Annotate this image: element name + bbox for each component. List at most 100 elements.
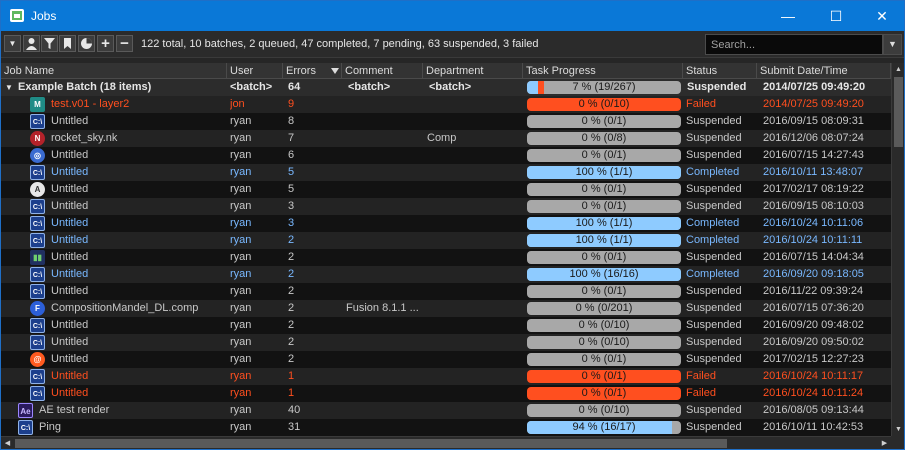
job-row[interactable]: C:\ Untitled ryan 3 0 % (0/1) Suspended 2016/0… [1, 198, 891, 215]
job-status: Suspended [686, 200, 742, 212]
job-user: ryan [230, 251, 252, 263]
job-status: Suspended [686, 319, 742, 331]
batch-comment: <batch> [348, 81, 391, 93]
job-submit-date: 2016/09/20 09:18:05 [763, 268, 864, 280]
horizontal-scroll-thumb[interactable] [15, 439, 727, 448]
vertical-scroll-thumb[interactable] [894, 77, 903, 147]
job-row[interactable]: C:\ Untitled ryan 5 100 % (1/1) Completed 2016… [1, 164, 891, 181]
search-dropdown-button[interactable]: ▼ [883, 34, 902, 55]
job-name: Untitled [51, 268, 89, 280]
job-row[interactable]: @ Untitled ryan 2 0 % (0/1) Suspended 2017/02/… [1, 351, 891, 368]
job-row[interactable]: C:\ Untitled ryan 2 100 % (1/1) Completed 2016… [1, 232, 891, 249]
job-row[interactable]: C:\ Untitled ryan 2 100 % (16/16) Completed 20… [1, 266, 891, 283]
job-name: Untitled [51, 200, 89, 212]
job-comment [346, 147, 422, 164]
column-task-progress[interactable]: Task Progress [523, 63, 683, 79]
batch-errors: 64 [288, 81, 301, 93]
user-filter-button[interactable] [23, 35, 40, 52]
batch-status: Suspended [687, 81, 747, 93]
batch-name: Example Batch (18 items) [18, 81, 152, 93]
column-user[interactable]: User [227, 63, 283, 79]
job-row[interactable]: C:\ Ping ryan 31 94 % (16/17) Suspended 2016/1… [1, 419, 891, 436]
job-comment [346, 96, 422, 113]
job-row[interactable]: Ae AE test render ryan 40 0 % (0/10) Suspende… [1, 402, 891, 419]
remove-button[interactable]: − [116, 35, 133, 52]
job-errors: 2 [288, 251, 295, 263]
search-input[interactable] [705, 34, 883, 55]
scroll-down-arrow[interactable]: ▼ [892, 423, 905, 436]
column-job-name[interactable]: Job Name [1, 63, 227, 79]
menu-dropdown-button[interactable]: ▼ [4, 35, 21, 52]
job-department [427, 402, 519, 419]
scroll-left-arrow[interactable]: ◀ [1, 437, 14, 450]
job-row[interactable]: ▮▮ Untitled ryan 2 0 % (0/1) Suspended 2016/07… [1, 249, 891, 266]
job-errors: 6 [288, 149, 295, 161]
cmd-icon: C:\ [30, 216, 45, 231]
job-user: jon [230, 98, 245, 110]
column-submit-date[interactable]: Submit Date/Time [757, 63, 891, 79]
job-row[interactable]: ◎ Untitled ryan 6 0 % (0/1) Suspended 2016/07/… [1, 147, 891, 164]
jobs-table-body: ▼ Example Batch (18 items) <batch> 64 <b… [1, 79, 891, 436]
bookmark-button[interactable] [59, 35, 76, 52]
task-progress-bar: 0 % (0/1) [527, 370, 681, 383]
job-name: test.v01 - layer2 [51, 98, 130, 110]
job-row[interactable]: C:\ Untitled ryan 2 0 % (0/1) Suspended 2016/1… [1, 283, 891, 300]
job-errors: 1 [288, 370, 295, 382]
minimize-button[interactable]: — [765, 1, 811, 31]
job-comment [346, 181, 422, 198]
job-row[interactable]: C:\ Untitled ryan 2 0 % (0/10) Suspended 2016/… [1, 334, 891, 351]
job-row[interactable]: C:\ Untitled ryan 2 0 % (0/10) Suspended 2016/… [1, 317, 891, 334]
task-progress-text: 94 % (16/17) [572, 421, 636, 433]
pie-chart-button[interactable] [78, 35, 95, 52]
job-row[interactable]: C:\ Untitled ryan 1 0 % (0/1) Failed 2016/10/2… [1, 385, 891, 402]
job-submit-date: 2016/10/24 10:11:17 [763, 370, 864, 382]
task-progress-bar: 0 % (0/1) [527, 251, 681, 264]
job-row[interactable]: C:\ Untitled ryan 8 0 % (0/1) Suspended 2016/0… [1, 113, 891, 130]
filter-button[interactable] [41, 35, 58, 52]
job-name: Untitled [51, 115, 89, 127]
batch-row[interactable]: ▼ Example Batch (18 items) <batch> 64 <b… [1, 79, 891, 96]
job-comment [346, 368, 422, 385]
job-status: Suspended [686, 302, 742, 314]
maximize-button[interactable]: ☐ [813, 1, 859, 31]
batch-progress-text: 7 % (19/267) [572, 81, 636, 93]
title-bar[interactable]: Jobs — ☐ ✕ [1, 1, 904, 31]
vertical-scrollbar[interactable]: ▲ ▼ [891, 63, 904, 436]
close-button[interactable]: ✕ [859, 1, 905, 31]
task-progress-bar: 0 % (0/201) [527, 302, 681, 315]
column-comment[interactable]: Comment [342, 63, 423, 79]
cmd-icon: C:\ [30, 284, 45, 299]
job-row[interactable]: Nrocket_sky.nk ryan 7 Comp 0 % (0/8) Suspende… [1, 130, 891, 147]
job-name: Untitled [51, 336, 89, 348]
job-row[interactable]: F CompositionMandel_DL.comp ryan 2 Fusion 8.… [1, 300, 891, 317]
add-button[interactable]: + [97, 35, 114, 52]
scroll-up-arrow[interactable]: ▲ [892, 63, 905, 76]
scroll-right-arrow[interactable]: ▶ [878, 437, 891, 450]
task-progress-text: 0 % (0/1) [581, 149, 627, 161]
horizontal-scrollbar[interactable]: ◀ ▶ [1, 436, 891, 449]
job-errors: 2 [288, 353, 295, 365]
task-progress-bar: 0 % (0/8) [527, 132, 681, 145]
job-submit-date: 2016/07/15 07:36:20 [763, 302, 864, 314]
expand-arrow-icon[interactable]: ▼ [5, 79, 17, 96]
task-progress-text: 0 % (0/1) [581, 387, 627, 399]
job-row[interactable]: C:\ Untitled ryan 3 100 % (1/1) Completed 2016… [1, 215, 891, 232]
job-submit-date: 2016/10/11 10:42:53 [763, 421, 864, 433]
batch-user: <batch> [230, 81, 273, 93]
job-comment [346, 130, 422, 147]
cmd-icon: C:\ [30, 369, 45, 384]
column-department[interactable]: Department [423, 63, 523, 79]
job-department [427, 249, 519, 266]
job-name: Untitled [51, 353, 89, 365]
job-row[interactable]: C:\ Untitled ryan 1 0 % (0/1) Failed 2016/10/2… [1, 368, 891, 385]
job-status: Completed [686, 234, 740, 246]
job-status: Suspended [686, 251, 742, 263]
job-row[interactable]: Mtest.v01 - layer2 jon 9 0 % (0/10) Failed 20… [1, 96, 891, 113]
task-progress-text: 0 % (0/201) [575, 302, 633, 314]
cmd-icon: C:\ [30, 165, 45, 180]
job-row[interactable]: A Untitled ryan 5 0 % (0/1) Suspended 2017/02/… [1, 181, 891, 198]
column-status[interactable]: Status [683, 63, 757, 79]
job-status: Suspended [686, 285, 742, 297]
task-progress-text: 100 % (16/16) [569, 268, 639, 280]
pie-chart-icon [81, 38, 92, 49]
